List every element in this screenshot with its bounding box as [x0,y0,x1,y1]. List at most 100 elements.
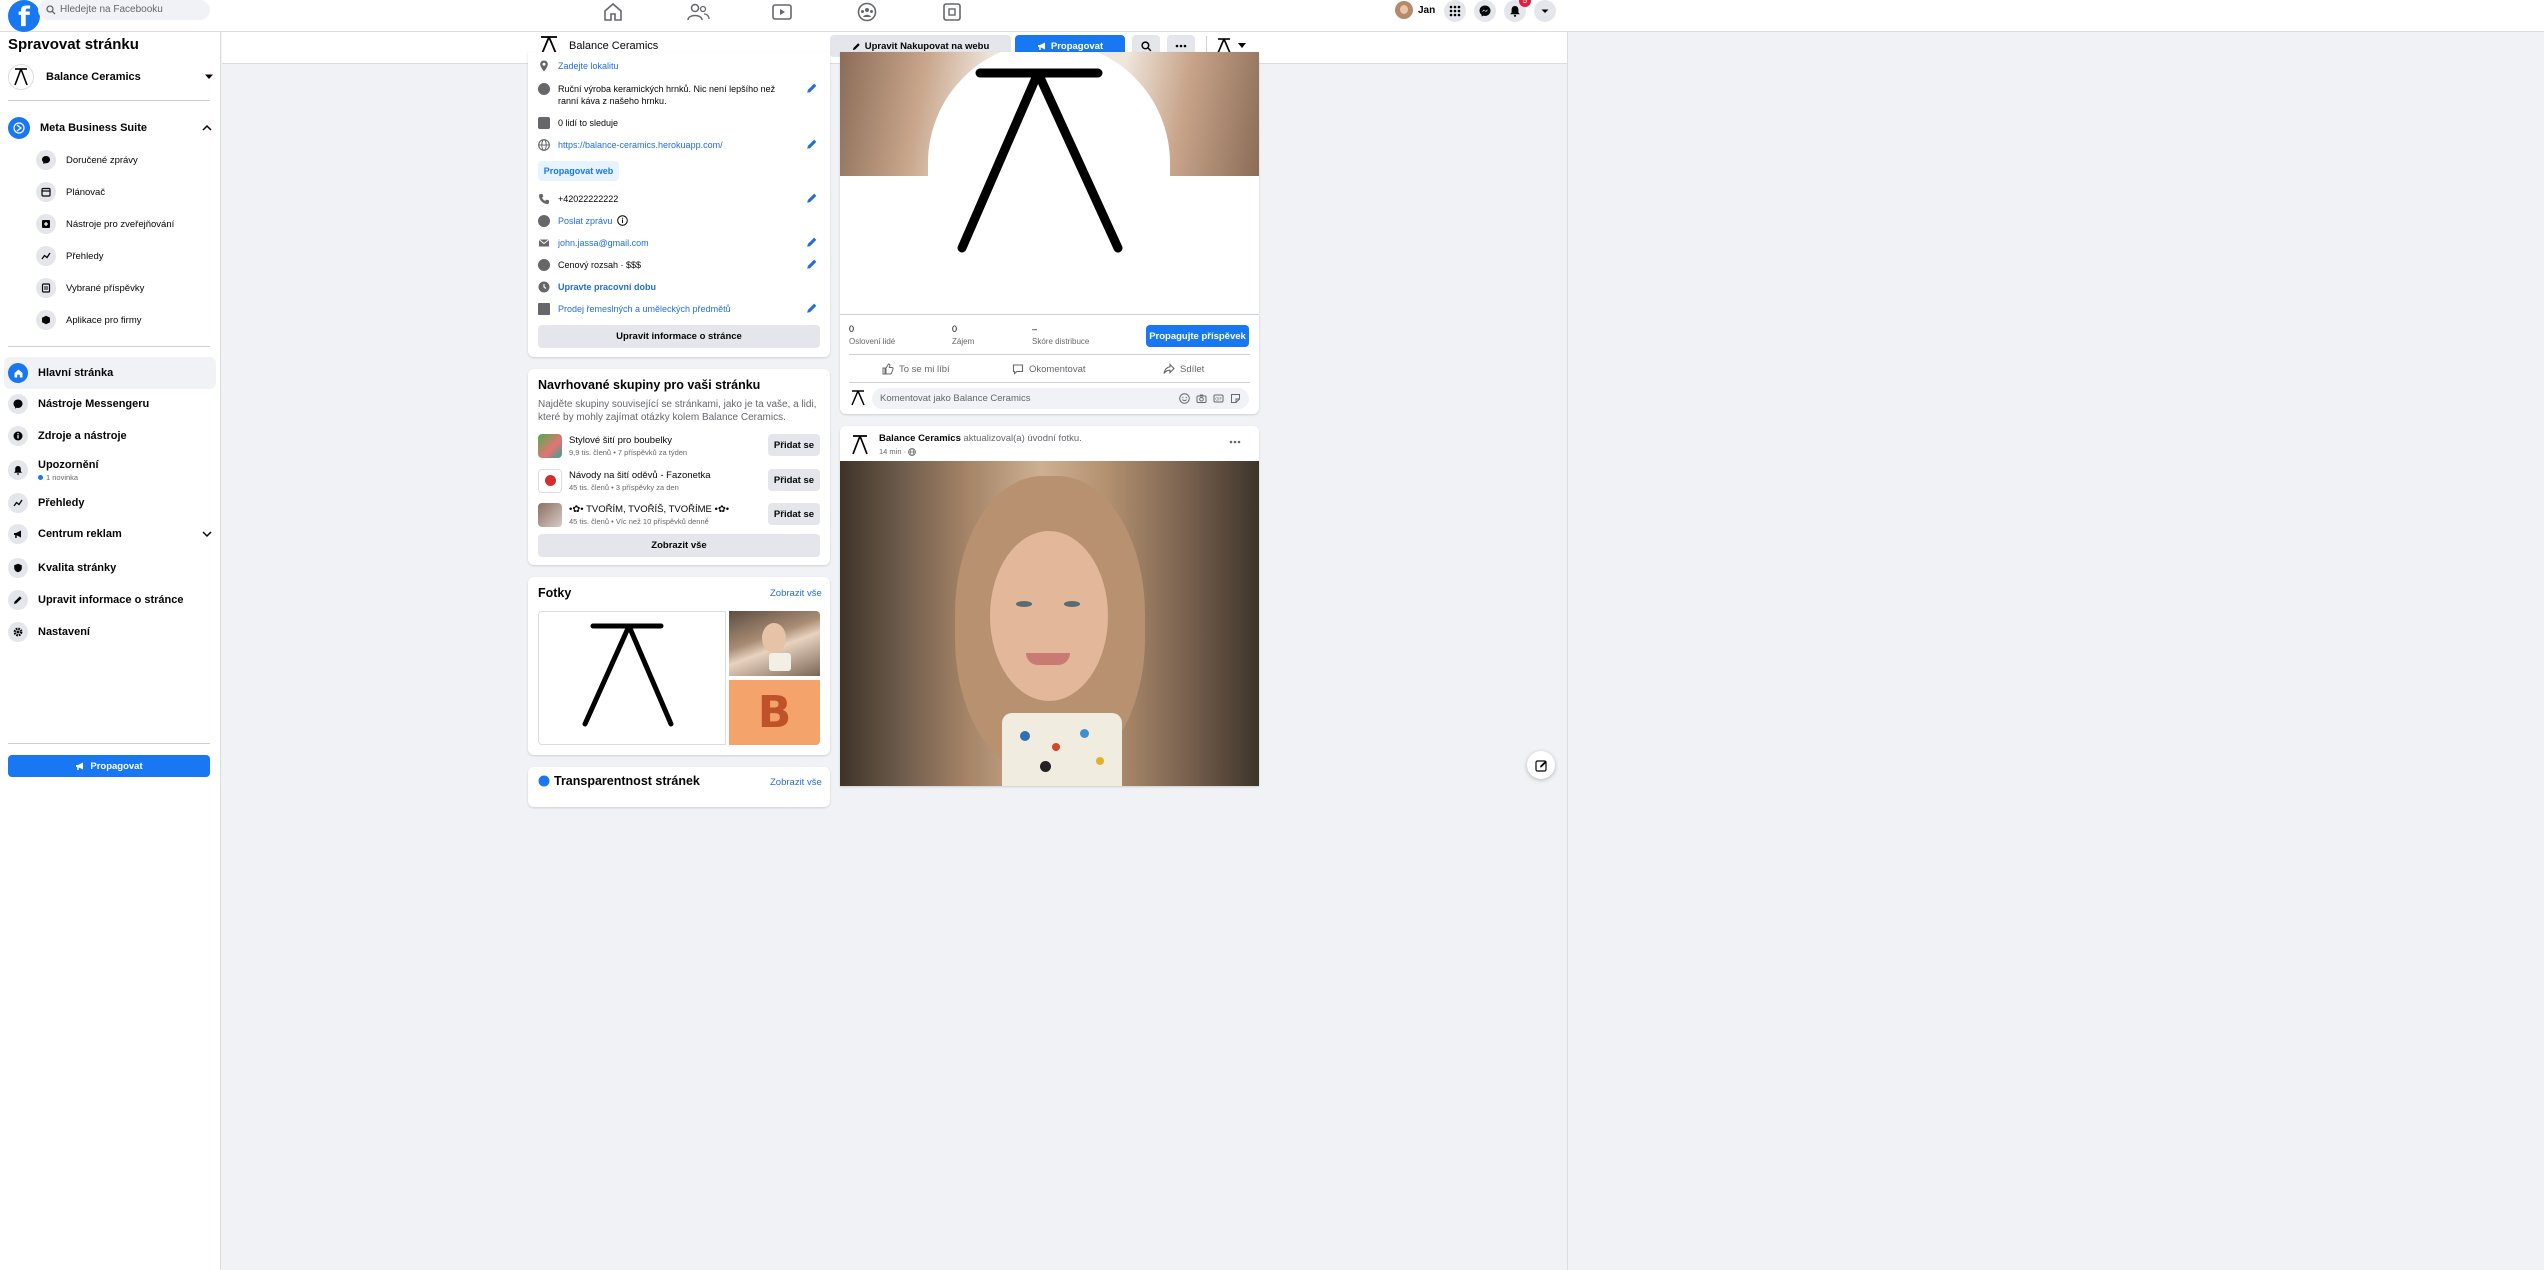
sidebar-item-messenger-tools[interactable]: Nástroje Messengeru [8,389,216,419]
sidebar-item-ad-center[interactable]: Centrum reklam [8,519,216,549]
sidebar-item-settings[interactable]: Nastavení [8,617,216,647]
edit-pencil-icon[interactable] [806,236,818,248]
email-link[interactable]: john.jassa@gmail.com [558,237,649,249]
groups-show-all-button[interactable]: Zobrazit vše [538,534,820,557]
hours-link[interactable]: Upravte pracovní dobu [558,281,656,293]
suite-item-publishing-tools[interactable]: Nástroje pro zveřejňování [36,209,174,239]
group-suggestion[interactable]: Návody na šití oděvů - Fazonetka 45 tis.… [538,469,820,499]
join-group-button[interactable]: Přidat se [768,503,820,525]
watch-video-icon[interactable] [770,2,794,22]
groups-title: Navrhované skupiny pro vaši stránku [538,378,761,392]
globe-icon [908,447,916,456]
header-page-name[interactable]: Balance Ceramics [569,40,658,52]
group-suggestion[interactable]: Stylové šití pro boubelky 9,9 tis. členů… [538,434,820,464]
promote-button[interactable]: Propagovat [8,755,210,777]
join-group-button[interactable]: Přidat se [768,469,820,491]
friends-icon[interactable] [686,2,710,22]
group-suggestion[interactable]: •✿• TVOŘÍM, TVOŘÍŠ, TVOŘÍME •✿• 45 tis. … [538,503,820,533]
sidebar-item-page-quality[interactable]: Kvalita stránky [8,553,216,583]
post-card: 0 Oslovení lidé 0 Zájem – Skóre distribu… [840,52,1259,414]
sidebar-item-label: Nástroje Messengeru [38,398,150,410]
menu-button[interactable] [1444,0,1466,22]
promote-web-label: Propagovat web [543,166,614,176]
top-navigation: f Hledejte na Facebooku Jan 5 [0,0,2544,32]
messenger-button[interactable] [1474,0,1496,22]
page-logo-icon[interactable] [850,434,870,456]
sidebar-item-label: Nastavení [38,626,90,638]
insight-stat: 0 Zájem [952,324,974,346]
more-dots-icon[interactable] [1229,440,1241,444]
groups-icon[interactable] [855,2,879,22]
comment-button[interactable]: Okomentovat [1012,363,1086,375]
sidebar-item-resources[interactable]: Zdroje a nástroje [8,421,216,451]
scrollbar-edge [1567,32,1568,1270]
gaming-icon[interactable] [940,2,964,22]
edit-page-info-button[interactable]: Upravit informace o stránce [538,325,820,348]
join-label: Přidat se [773,508,815,520]
suite-item-business-apps[interactable]: Aplikace pro firmy [36,305,142,335]
edit-pencil-icon[interactable] [806,192,818,204]
like-button[interactable]: To se mi líbí [882,363,950,375]
stat-value: – [1032,324,1038,334]
insights-icon [8,493,28,513]
meta-business-suite-toggle[interactable]: Meta Business Suite [8,113,216,143]
transparency-card: Transparentnost stránek Zobrazit vše [528,767,830,807]
profile-logo-circle[interactable] [928,52,1170,316]
photo-letter-tile[interactable]: B [729,680,820,745]
suite-item-planner[interactable]: Plánovač [36,177,105,207]
camera-icon[interactable] [1196,393,1207,404]
search-input[interactable]: Hledejte na Facebooku [38,0,210,20]
home-icon[interactable] [601,2,625,22]
info-circle-icon[interactable] [616,215,628,226]
category-icon [538,303,550,315]
photo-logo-tile[interactable] [538,611,726,745]
send-message-link[interactable]: Poslat zprávu [558,215,613,227]
notification-badge: 5 [1519,0,1531,7]
chat-bubble-icon [36,150,56,170]
cover-photo[interactable] [840,461,1259,786]
suite-item-insights[interactable]: Přehledy [36,241,104,271]
post-timestamp[interactable]: 14 min · [879,447,916,456]
page-switcher[interactable]: Balance Ceramics [8,62,216,92]
post-author[interactable]: Balance Ceramics [879,433,961,444]
photo-portrait-tile[interactable] [729,611,820,676]
gif-icon[interactable]: GIF [1213,393,1224,404]
edit-pencil-icon[interactable] [806,138,818,150]
suggested-groups-card: Navrhované skupiny pro vaši stránku Najd… [528,369,830,565]
transparency-show-all-link[interactable]: Zobrazit vše [770,777,822,788]
photos-title: Fotky [538,586,572,600]
sidebar-item-insights[interactable]: Přehledy [8,488,216,518]
divider [849,382,1250,383]
website-link[interactable]: https://balance-ceramics.herokuapp.com/ [558,139,723,151]
promote-web-button[interactable]: Propagovat web [538,161,619,181]
location-link[interactable]: Zadejte lokalitu [558,60,619,72]
group-thumbnail [538,434,562,458]
sidebar-item-home[interactable]: Hlavní stránka [4,357,216,389]
sidebar-item-notifications[interactable]: Upozornění 1 novinka [8,453,216,487]
suite-item-featured-posts[interactable]: Vybrané příspěvky [36,273,144,303]
notification-sub: 1 novinka [46,472,79,482]
join-group-button[interactable]: Přidat se [768,434,820,456]
promote-post-button[interactable]: Propagujte příspěvek [1146,325,1249,347]
website-row: https://balance-ceramics.herokuapp.com/ [538,139,820,151]
new-message-button[interactable] [1527,751,1555,779]
sidebar-item-edit-info[interactable]: Upravit informace o stránce [8,585,216,615]
comment-input[interactable]: Komentovat jako Balance Ceramics GIF [872,388,1249,409]
avatar[interactable] [1395,1,1413,19]
suite-item-inbox[interactable]: Doručené zprávy [36,145,138,175]
user-name[interactable]: Jan [1418,5,1435,16]
edit-pencil-icon[interactable] [806,82,818,94]
category-link[interactable]: Prodej řemeslných a uměleckých předmětů [558,303,731,315]
price-row: Cenový rozsah · $$$ [538,259,820,271]
edit-pencil-icon[interactable] [806,258,818,270]
phone-row: +42022222222 [538,193,820,205]
edit-pencil-icon[interactable] [806,302,818,314]
photos-show-all-link[interactable]: Zobrazit vše [770,588,822,599]
account-button[interactable] [1534,0,1556,22]
insight-stat: – Skóre distribuce [1032,324,1089,346]
info-icon [8,426,28,446]
emoji-icon[interactable] [1179,393,1190,404]
facebook-logo[interactable]: f [8,0,40,32]
share-button[interactable]: Sdílet [1163,363,1204,375]
sticker-icon[interactable] [1230,393,1241,404]
